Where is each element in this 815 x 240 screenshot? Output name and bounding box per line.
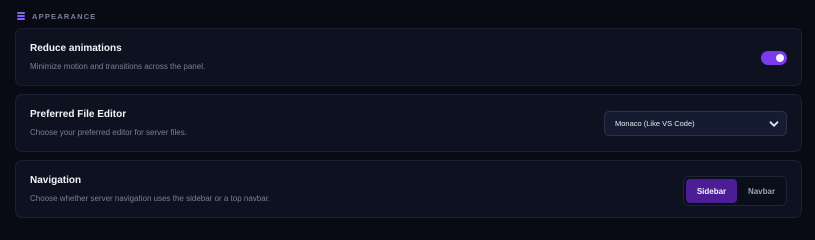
- section-header: APPEARANCE: [17, 10, 97, 22]
- reduce-animations-toggle[interactable]: [761, 51, 787, 65]
- file-editor-title: Preferred File Editor: [30, 109, 127, 120]
- navigation-title: Navigation: [30, 175, 82, 186]
- reduce-animations-card: Reduce animations Minimize motion and tr…: [15, 28, 802, 86]
- file-editor-description: Choose your preferred editor for server …: [30, 128, 187, 137]
- toggle-knob: [776, 54, 784, 62]
- chevron-down-icon: [769, 121, 779, 127]
- menu-lines-icon: [17, 12, 25, 20]
- reduce-animations-title: Reduce animations: [30, 43, 122, 54]
- file-editor-selected-value: Monaco (Like VS Code): [615, 119, 695, 128]
- navigation-description: Choose whether server navigation uses th…: [30, 194, 271, 203]
- file-editor-select[interactable]: Monaco (Like VS Code): [604, 111, 787, 136]
- navigation-card: Navigation Choose whether server navigat…: [15, 160, 802, 218]
- navigation-option-sidebar[interactable]: Sidebar: [686, 179, 737, 203]
- reduce-animations-description: Minimize motion and transitions across t…: [30, 62, 206, 71]
- file-editor-card: Preferred File Editor Choose your prefer…: [15, 94, 802, 152]
- appearance-settings-page: APPEARANCE Reduce animations Minimize mo…: [0, 0, 815, 225]
- navigation-segmented-control: Sidebar Navbar: [683, 176, 787, 206]
- section-title: APPEARANCE: [32, 11, 97, 21]
- navigation-option-navbar[interactable]: Navbar: [739, 179, 784, 203]
